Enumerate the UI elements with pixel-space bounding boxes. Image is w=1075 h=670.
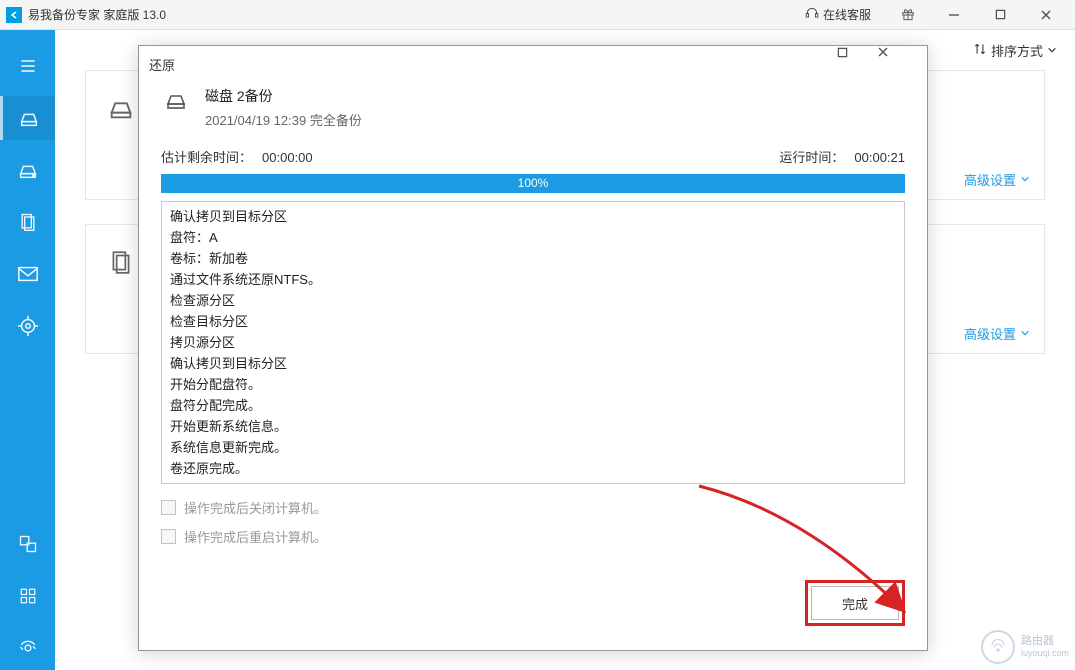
log-line: 检查源分区	[170, 290, 896, 311]
checkbox-icon[interactable]	[161, 529, 176, 544]
finish-highlight: 完成	[805, 580, 905, 626]
disk-icon	[161, 86, 191, 114]
minimize-button[interactable]	[931, 0, 977, 30]
sidebar-apps-icon[interactable]	[0, 574, 55, 618]
run-time-value: 00:00:21	[854, 150, 905, 165]
app-titlebar: 易我备份专家 家庭版 13.0 在线客服	[0, 0, 1075, 30]
chevron-down-icon	[1047, 43, 1057, 58]
sidebar-disk-backup-icon[interactable]	[0, 96, 55, 140]
disk-icon	[104, 91, 138, 125]
close-button[interactable]	[1023, 0, 1069, 30]
sidebar-settings-icon[interactable]	[0, 626, 55, 670]
restore-dialog: 还原 磁盘 2备份 2021/04/19 12:39 完全备份	[138, 45, 928, 651]
dialog-title: 还原	[149, 55, 175, 74]
log-line: 确认拷贝到目标分区	[170, 353, 896, 374]
progress-text: 100%	[518, 176, 549, 190]
dialog-close-button[interactable]	[877, 46, 917, 82]
run-time-label: 运行时间：	[779, 147, 844, 166]
sidebar-mail-backup-icon[interactable]	[0, 252, 55, 296]
log-line: 检查目标分区	[170, 311, 896, 332]
chevron-down-icon	[1020, 326, 1030, 341]
dialog-titlebar: 还原	[139, 46, 927, 82]
shutdown-option[interactable]: 操作完成后关闭计算机。	[161, 498, 905, 517]
advanced-settings-link[interactable]: 高级设置	[964, 170, 1030, 189]
dialog-maximize-button[interactable]	[837, 46, 877, 82]
sidebar-clone-icon[interactable]	[0, 522, 55, 566]
chevron-down-icon	[1020, 172, 1030, 187]
file-icon	[104, 245, 138, 279]
router-icon	[981, 630, 1015, 664]
log-line: 盘符：A	[170, 227, 896, 248]
content-area: 排序方式 高级设置	[55, 30, 1075, 670]
sidebar	[0, 30, 55, 670]
sort-button[interactable]: 排序方式	[973, 41, 1057, 60]
shutdown-label: 操作完成后关闭计算机。	[184, 498, 327, 517]
log-textarea[interactable]: 确认拷贝到目标分区盘符：A卷标：新加卷通过文件系统还原NTFS。检查源分区检查目…	[161, 201, 905, 484]
dialog-footer: 完成	[139, 562, 927, 650]
log-line: 通过文件系统还原NTFS。	[170, 269, 896, 290]
maximize-button[interactable]	[977, 0, 1023, 30]
time-row: 估计剩余时间： 00:00:00 运行时间： 00:00:21	[139, 139, 927, 170]
log-line: 开始分配盘符。	[170, 374, 896, 395]
log-line: 拷贝源分区	[170, 332, 896, 353]
est-time-value: 00:00:00	[262, 150, 313, 165]
log-line: 盘符分配完成。	[170, 395, 896, 416]
app-title: 易我备份专家 家庭版 13.0	[28, 6, 166, 23]
sort-label: 排序方式	[991, 41, 1043, 60]
log-line: 系统信息更新完成。	[170, 437, 896, 458]
advanced-settings-link[interactable]: 高级设置	[964, 324, 1030, 343]
log-line: 开始更新系统信息。	[170, 416, 896, 437]
watermark: 路由器 luyouqi.com	[981, 630, 1069, 664]
sidebar-target-icon[interactable]	[0, 304, 55, 348]
log-line: 卷标：新加卷	[170, 248, 896, 269]
est-time-label: 估计剩余时间：	[161, 147, 252, 166]
progress-bar: 100%	[161, 174, 905, 193]
post-options: 操作完成后关闭计算机。 操作完成后重启计算机。	[139, 492, 927, 562]
log-line: 确认拷贝到目标分区	[170, 206, 896, 227]
log-line: 卷还原完成。	[170, 458, 896, 479]
app-logo-icon	[6, 7, 22, 23]
online-cs-label: 在线客服	[823, 6, 871, 23]
sidebar-file-backup-icon[interactable]	[0, 200, 55, 244]
reboot-label: 操作完成后重启计算机。	[184, 527, 327, 546]
gift-button[interactable]	[885, 0, 931, 30]
sidebar-menu-icon[interactable]	[0, 44, 55, 88]
headset-icon	[805, 6, 819, 23]
backup-name: 磁盘 2备份	[205, 86, 362, 106]
checkbox-icon[interactable]	[161, 500, 176, 515]
sort-icon	[973, 42, 987, 59]
sidebar-system-backup-icon[interactable]	[0, 148, 55, 192]
backup-sub: 2021/04/19 12:39 完全备份	[205, 110, 362, 129]
online-cs-link[interactable]: 在线客服	[805, 6, 871, 23]
dialog-header: 磁盘 2备份 2021/04/19 12:39 完全备份	[139, 82, 927, 139]
reboot-option[interactable]: 操作完成后重启计算机。	[161, 527, 905, 546]
finish-button[interactable]: 完成	[811, 586, 899, 620]
